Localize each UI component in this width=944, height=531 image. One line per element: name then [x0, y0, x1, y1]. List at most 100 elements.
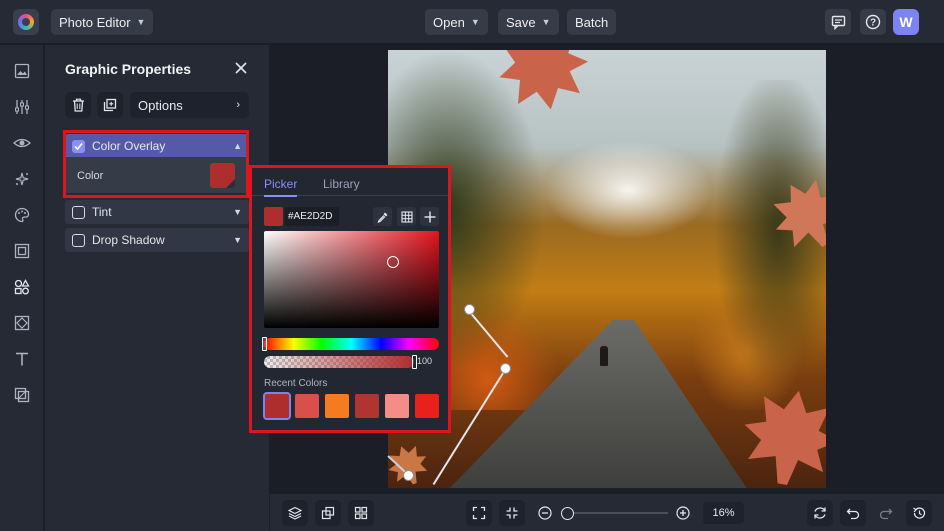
layers-button[interactable]	[282, 500, 308, 526]
undo-button[interactable]	[840, 500, 866, 526]
recent-color-swatch[interactable]	[385, 394, 409, 418]
tool-rail	[0, 45, 44, 531]
help-button[interactable]: ?	[860, 9, 886, 35]
redo-button[interactable]	[873, 500, 899, 526]
zoom-value[interactable]: 16%	[703, 502, 744, 524]
recent-color-swatch[interactable]	[355, 394, 379, 418]
help-icon: ?	[865, 14, 881, 30]
picker-tabs: Picker Library	[252, 168, 448, 197]
chevron-down-icon: ▼	[233, 235, 242, 245]
opacity-slider[interactable]	[264, 356, 414, 368]
history-button[interactable]	[906, 500, 932, 526]
photo-editor-menu[interactable]: Photo Editor ▼	[51, 9, 154, 35]
zoom-in-icon	[676, 506, 690, 520]
tab-library[interactable]: Library	[323, 177, 360, 191]
batch-button[interactable]: Batch	[567, 9, 617, 35]
swatch-grid-button[interactable]	[397, 207, 416, 226]
grid-icon	[400, 210, 413, 223]
reset-button[interactable]	[807, 500, 833, 526]
chevron-up-icon: ▲	[233, 141, 242, 151]
tint-section[interactable]: Tint ▼	[65, 200, 249, 224]
chat-icon	[831, 15, 845, 30]
compress-icon	[506, 507, 518, 519]
color-overlay-section[interactable]: Color Overlay ▲	[65, 134, 249, 158]
duplicate-icon	[103, 98, 117, 112]
saturation-value-area[interactable]	[264, 231, 439, 328]
batch-label: Batch	[575, 14, 609, 30]
color-swatch[interactable]	[210, 163, 235, 188]
drop-shadow-label: Drop Shadow	[92, 233, 165, 247]
checkmark-icon	[74, 142, 83, 150]
eye-tool-icon[interactable]	[12, 133, 32, 153]
tint-label: Tint	[92, 205, 112, 219]
feedback-button[interactable]	[825, 9, 851, 35]
app-logo[interactable]	[13, 9, 39, 35]
frame-tool-icon[interactable]	[12, 241, 32, 261]
eyedropper-icon	[377, 212, 387, 223]
duplicate-button[interactable]	[97, 92, 123, 118]
hue-slider[interactable]	[264, 338, 439, 350]
color-overlay-label: Color Overlay	[92, 139, 166, 153]
add-color-button[interactable]	[420, 207, 439, 226]
paint-palette-icon[interactable]	[12, 205, 32, 225]
background-tool-icon[interactable]	[12, 385, 32, 405]
tint-checkbox[interactable]	[72, 205, 85, 219]
redo-icon	[879, 508, 893, 520]
zoom-slider[interactable]	[568, 512, 668, 514]
recent-color-swatch[interactable]	[295, 394, 319, 418]
adjustments-tool-icon[interactable]	[12, 97, 32, 117]
delete-button[interactable]	[65, 92, 91, 118]
hex-input[interactable]: #AE2D2D	[285, 207, 339, 226]
grid-view-button[interactable]	[348, 500, 374, 526]
arrange-icon	[321, 506, 335, 520]
photo-editor-label: Photo Editor	[59, 14, 131, 30]
plus-icon	[424, 211, 435, 222]
hue-slider-thumb[interactable]	[262, 337, 267, 351]
photo-trees-right	[688, 80, 826, 410]
zoom-in-button[interactable]	[676, 506, 690, 520]
recent-color-swatch[interactable]	[263, 392, 291, 420]
chevron-down-icon: ▼	[541, 17, 551, 27]
zoom-slider-thumb[interactable]	[561, 507, 574, 520]
text-tool-icon[interactable]	[12, 349, 32, 369]
color-label: Color	[77, 170, 104, 182]
color-picker-popover: Picker Library #AE2D2D 100 Recent Colors	[252, 168, 448, 430]
effects-tool-icon[interactable]	[12, 169, 32, 189]
svg-text:?: ?	[870, 18, 876, 29]
color-overlay-checkbox[interactable]	[72, 139, 85, 153]
photo-person	[600, 346, 608, 366]
image-tool-icon[interactable]	[12, 61, 32, 81]
tab-picker[interactable]: Picker	[264, 177, 298, 197]
zoom-out-button[interactable]	[538, 506, 552, 520]
current-color-swatch	[264, 207, 283, 226]
drop-shadow-section[interactable]: Drop Shadow ▼	[65, 228, 249, 252]
close-panel-button[interactable]	[234, 61, 248, 75]
photo-canvas[interactable]	[388, 50, 826, 488]
saturation-cursor[interactable]	[387, 256, 399, 268]
recent-color-swatch[interactable]	[325, 394, 349, 418]
resize-handle[interactable]	[403, 470, 414, 481]
eyedropper-button[interactable]	[373, 207, 392, 226]
recent-color-swatch[interactable]	[415, 394, 439, 418]
chevron-down-icon: ▼	[136, 17, 146, 27]
resize-handle[interactable]	[500, 363, 511, 374]
fit-screen-button[interactable]	[466, 500, 492, 526]
chevron-down-icon: ▼	[233, 207, 242, 217]
user-avatar[interactable]: W	[893, 9, 919, 35]
graphic-properties-panel: Graphic Properties Options › Color Overl…	[45, 45, 269, 531]
top-bar: Photo Editor ▼ Open ▼ Save ▼ Batch ? W	[0, 0, 944, 44]
save-button[interactable]: Save ▼	[498, 9, 559, 35]
graphics-tool-icon[interactable]	[12, 277, 32, 297]
close-icon	[235, 62, 247, 74]
grid-icon	[354, 506, 368, 520]
zoom-out-icon	[538, 506, 552, 520]
arrange-button[interactable]	[315, 500, 341, 526]
save-label: Save	[506, 14, 536, 30]
overlay-tool-icon[interactable]	[12, 313, 32, 333]
options-button[interactable]: Options ›	[130, 92, 249, 118]
drop-shadow-checkbox[interactable]	[72, 233, 85, 247]
open-button[interactable]: Open ▼	[425, 9, 488, 35]
chevron-down-icon: ▼	[470, 17, 480, 27]
resize-handle[interactable]	[464, 304, 475, 315]
actual-size-button[interactable]	[499, 500, 525, 526]
